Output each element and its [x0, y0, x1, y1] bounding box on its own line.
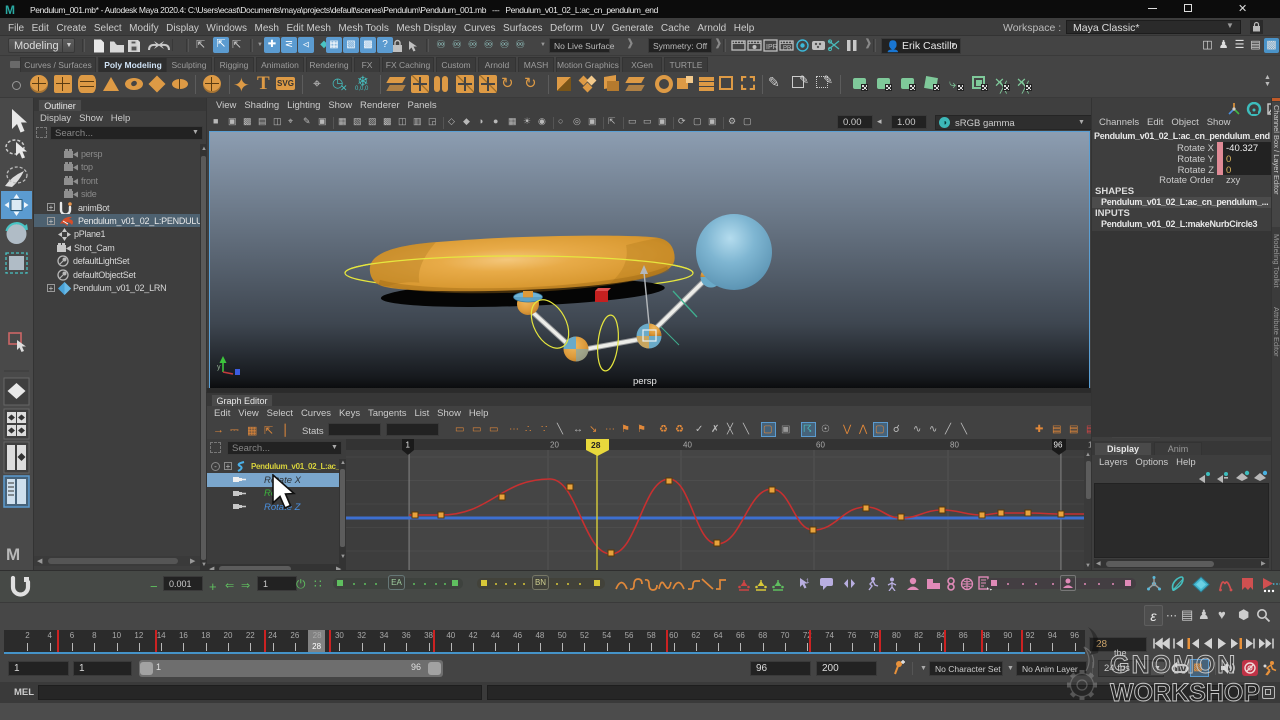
svg-text:1: 1: [406, 441, 411, 450]
svg-text:28: 28: [591, 440, 601, 450]
svg-text:persp: persp: [633, 376, 657, 387]
svg-text:1: 1: [806, 579, 810, 585]
svg-text:20: 20: [550, 441, 559, 450]
svg-text:60: 60: [816, 441, 825, 450]
svg-text:y: y: [217, 364, 221, 371]
svg-text:PR: PR: [783, 46, 792, 52]
svg-text:96: 96: [1054, 441, 1063, 450]
svg-text:M: M: [6, 545, 20, 564]
svg-text:IPR: IPR: [766, 44, 778, 51]
svg-text:40: 40: [683, 441, 692, 450]
svg-text:80: 80: [950, 441, 959, 450]
